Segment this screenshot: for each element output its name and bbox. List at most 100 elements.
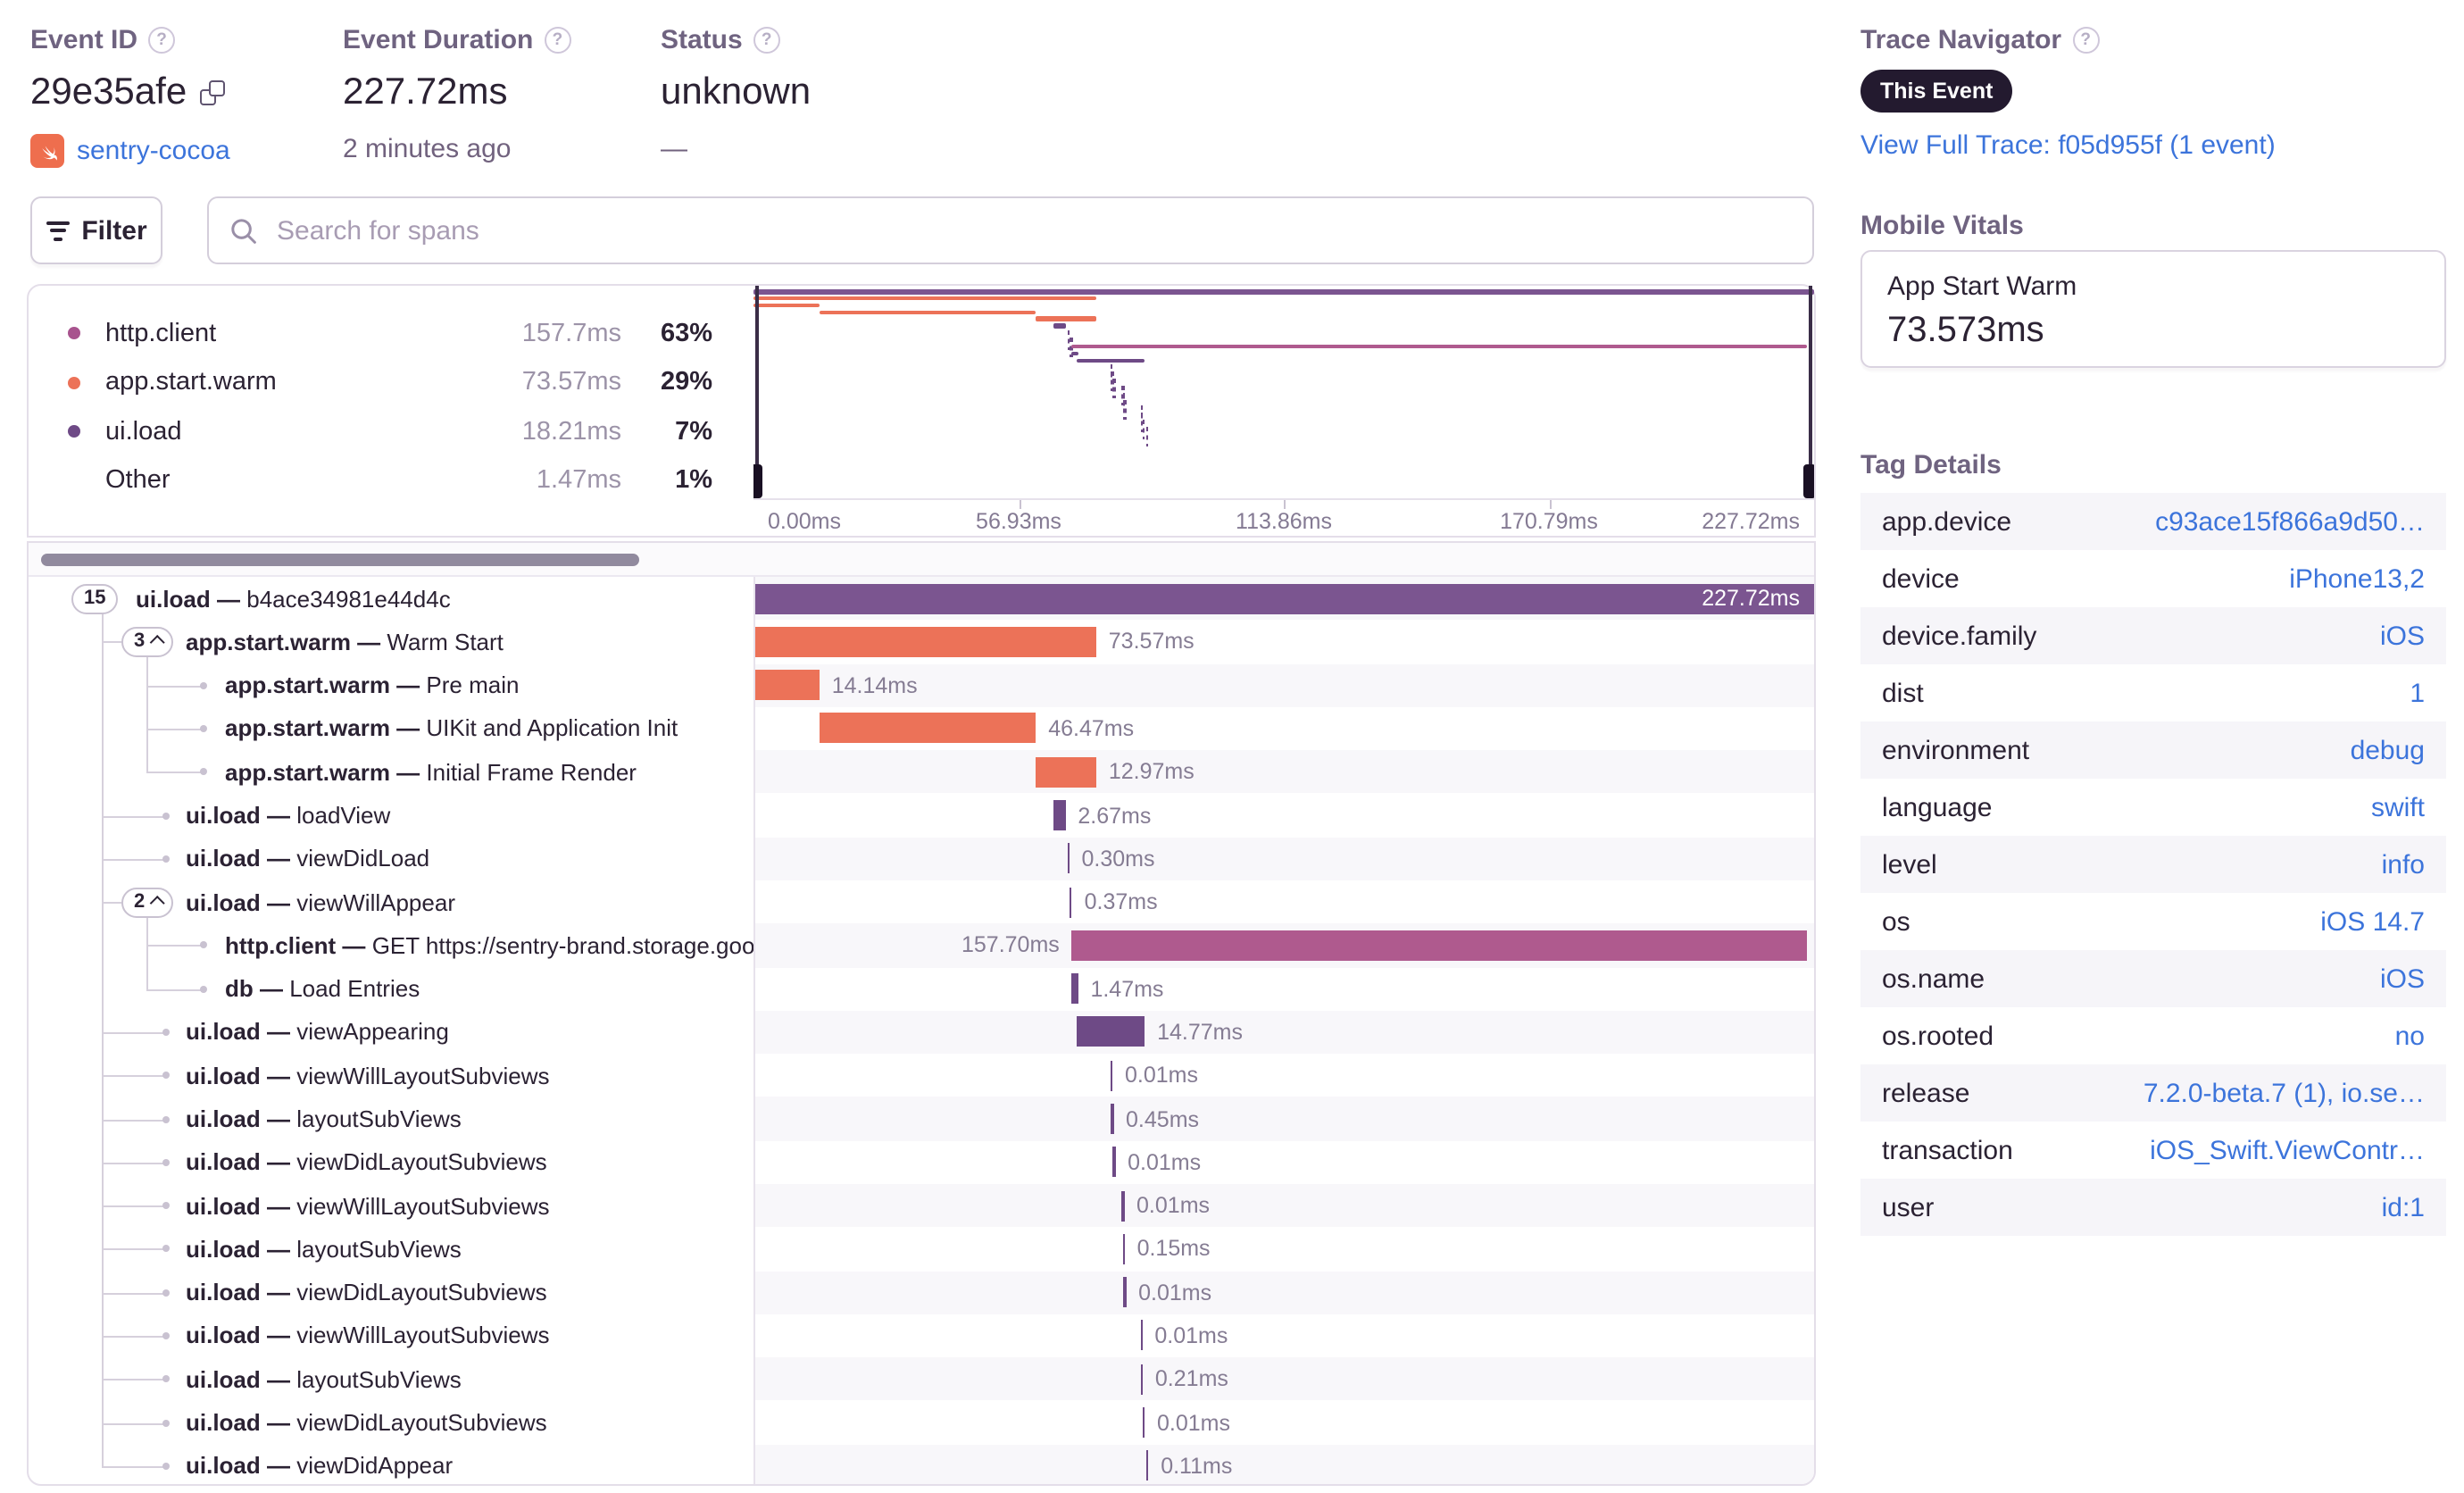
help-icon[interactable]: ? — [148, 27, 176, 54]
span-bar[interactable] — [1076, 1016, 1145, 1047]
axis-tick — [1284, 500, 1286, 509]
view-full-trace-link[interactable]: View Full Trace: f05d955f (1 event) — [1860, 130, 2276, 161]
tag-value-link[interactable]: swift — [2371, 792, 2425, 822]
tag-value-link[interactable]: iOS — [2380, 963, 2425, 994]
minimap-handle-grip[interactable] — [753, 464, 762, 498]
span-row-ui-load-15[interactable]: ui.load — layoutSubViews 0.15ms — [29, 1228, 1814, 1272]
project-link[interactable]: sentry-cocoa — [77, 136, 230, 166]
span-bar[interactable] — [1111, 1104, 1114, 1135]
tag-value-link[interactable]: 7.2.0-beta.7 (1), io.se… — [2144, 1078, 2425, 1108]
span-duration-label: 227.72ms — [1702, 586, 1800, 612]
span-row-app-start-warm-3[interactable]: app.start.warm — UIKit and Application I… — [29, 707, 1814, 751]
span-row-ui-load-10[interactable]: ui.load — viewAppearing 14.77ms — [29, 1010, 1814, 1055]
tag-value-link[interactable]: debug — [2351, 735, 2425, 765]
children-toggle-pill[interactable]: 3 — [121, 626, 174, 657]
this-event-badge[interactable]: This Event — [1860, 70, 2013, 113]
legend-item-app-start-warm[interactable]: app.start.warm 73.57ms 29% — [29, 358, 743, 406]
filter-button[interactable]: Filter — [30, 196, 162, 264]
span-row-ui-load-12[interactable]: ui.load — layoutSubViews 0.45ms — [29, 1097, 1814, 1141]
mobile-vitals-heading: Mobile Vitals — [1860, 211, 2024, 241]
legend-percent: 1% — [675, 466, 712, 495]
span-bar[interactable] — [819, 713, 1036, 744]
tree-connector — [102, 1119, 164, 1122]
status-dash: — — [661, 134, 687, 164]
span-label: db — Load Entries — [225, 975, 420, 1003]
tag-value-link[interactable]: id:1 — [2382, 1192, 2425, 1222]
span-row-ui-load-20[interactable]: ui.load — viewDidAppear 0.11ms — [29, 1444, 1814, 1484]
tree-connector — [102, 815, 164, 818]
search-input[interactable] — [273, 213, 1791, 247]
legend-item-ui-load[interactable]: ui.load 18.21ms 7% — [29, 407, 743, 455]
span-bar[interactable] — [753, 670, 820, 701]
tree-connector-dot — [162, 1375, 170, 1383]
help-icon[interactable]: ? — [544, 27, 571, 54]
legend-percent: 29% — [660, 368, 712, 396]
span-row-db-9[interactable]: db — Load Entries 1.47ms — [29, 967, 1814, 1011]
span-row-ui-load-5[interactable]: ui.load — loadView 2.67ms — [29, 794, 1814, 838]
span-bar[interactable] — [753, 626, 1096, 657]
span-label: ui.load — viewWillLayoutSubviews — [186, 1322, 550, 1349]
minimap-handle-grip[interactable] — [1803, 464, 1814, 498]
span-minimap[interactable] — [753, 286, 1814, 498]
span-row-app-start-warm-2[interactable]: app.start.warm — Pre main 14.14ms — [29, 663, 1814, 707]
span-row-ui-load-6[interactable]: ui.load — viewDidLoad 0.30ms — [29, 837, 1814, 880]
legend-op-label: ui.load — [105, 417, 182, 446]
span-row-ui-load-13[interactable]: ui.load — viewDidLayoutSubviews 0.01ms — [29, 1140, 1814, 1184]
span-row-ui-load-0[interactable]: 15 ui.load — b4ace34981e44d4c 227.72ms — [29, 577, 1814, 621]
tag-value-link[interactable]: no — [2395, 1021, 2425, 1051]
span-duration-label: 14.77ms — [1157, 1019, 1243, 1045]
help-icon[interactable]: ? — [2072, 27, 2100, 54]
span-row-ui-load-14[interactable]: ui.load — viewWillLayoutSubviews 0.01ms — [29, 1184, 1814, 1228]
span-bar[interactable] — [1071, 930, 1807, 961]
span-row-ui-load-17[interactable]: ui.load — viewWillLayoutSubviews 0.01ms — [29, 1314, 1814, 1358]
span-duration-label: 12.97ms — [1108, 759, 1195, 785]
span-row-ui-load-19[interactable]: ui.load — viewDidLayoutSubviews 0.01ms — [29, 1401, 1814, 1445]
span-label: ui.load — viewDidLayoutSubviews — [186, 1279, 547, 1306]
legend-duration: 1.47ms — [536, 466, 621, 495]
span-bar[interactable] — [1122, 1233, 1125, 1264]
span-duration-label: 0.01ms — [1157, 1410, 1230, 1436]
tag-value-link[interactable]: iOS — [2380, 621, 2425, 651]
span-row-ui-load-11[interactable]: ui.load — viewWillLayoutSubviews 0.01ms — [29, 1054, 1814, 1097]
span-row-ui-load-7[interactable]: 2 ui.load — viewWillAppear 0.37ms — [29, 880, 1814, 924]
span-bar[interactable] — [1110, 1060, 1112, 1091]
tag-value-link[interactable]: iOS_Swift.ViewContr… — [2150, 1135, 2425, 1165]
span-bar[interactable] — [1145, 1450, 1149, 1481]
legend-item-http-client[interactable]: http.client 157.7ms 63% — [29, 309, 743, 357]
copy-icon[interactable] — [199, 80, 225, 105]
tree-scrollbar[interactable] — [41, 554, 639, 566]
span-row-ui-load-18[interactable]: ui.load — layoutSubViews 0.21ms — [29, 1357, 1814, 1401]
span-bar[interactable] — [1067, 843, 1070, 874]
span-bar[interactable] — [1123, 1277, 1127, 1308]
span-duration-label: 0.01ms — [1154, 1322, 1228, 1348]
tag-value-link[interactable]: 1 — [2410, 678, 2425, 708]
event-id-label: Event ID ? — [30, 25, 230, 55]
row-stripe — [753, 1444, 1814, 1484]
span-bar[interactable] — [1112, 1147, 1116, 1178]
span-duration-label: 0.01ms — [1136, 1193, 1211, 1219]
span-row-app-start-warm-1[interactable]: 3 app.start.warm — Warm Start 73.57ms — [29, 621, 1814, 664]
tag-value-link[interactable]: iOS 14.7 — [2320, 906, 2425, 937]
span-row-app-start-warm-4[interactable]: app.start.warm — Initial Frame Render 12.… — [29, 750, 1814, 794]
tag-value-link[interactable]: info — [2382, 849, 2425, 880]
tree-guide-line — [102, 613, 104, 1466]
span-bar[interactable] — [1036, 756, 1096, 788]
span-label: ui.load — loadView — [186, 802, 391, 830]
tag-value-link[interactable]: iPhone13,2 — [2289, 563, 2425, 594]
help-icon[interactable]: ? — [753, 27, 780, 54]
span-row-http-client-8[interactable]: http.client — GET https://sentry-brand.s… — [29, 923, 1814, 968]
span-row-ui-load-16[interactable]: ui.load — viewDidLayoutSubviews 0.01ms — [29, 1271, 1814, 1314]
span-bar[interactable] — [1070, 973, 1078, 1005]
app-start-warm-card[interactable]: App Start Warm 73.573ms — [1860, 250, 2446, 368]
span-bar[interactable] — [1070, 887, 1072, 918]
span-bar[interactable] — [1121, 1190, 1125, 1222]
span-bar[interactable] — [1142, 1407, 1145, 1439]
span-bar[interactable] — [1140, 1320, 1143, 1351]
span-bar[interactable] — [1140, 1364, 1143, 1395]
status-section: Status ? unknown — — [661, 25, 811, 164]
span-bar[interactable] — [1053, 800, 1066, 831]
children-toggle-pill[interactable]: 15 — [71, 583, 119, 614]
children-toggle-pill[interactable]: 2 — [121, 887, 174, 918]
legend-item-Other[interactable]: Other 1.47ms 1% — [29, 456, 743, 505]
tag-value-link[interactable]: c93ace15f866a9d50… — [2155, 506, 2425, 537]
